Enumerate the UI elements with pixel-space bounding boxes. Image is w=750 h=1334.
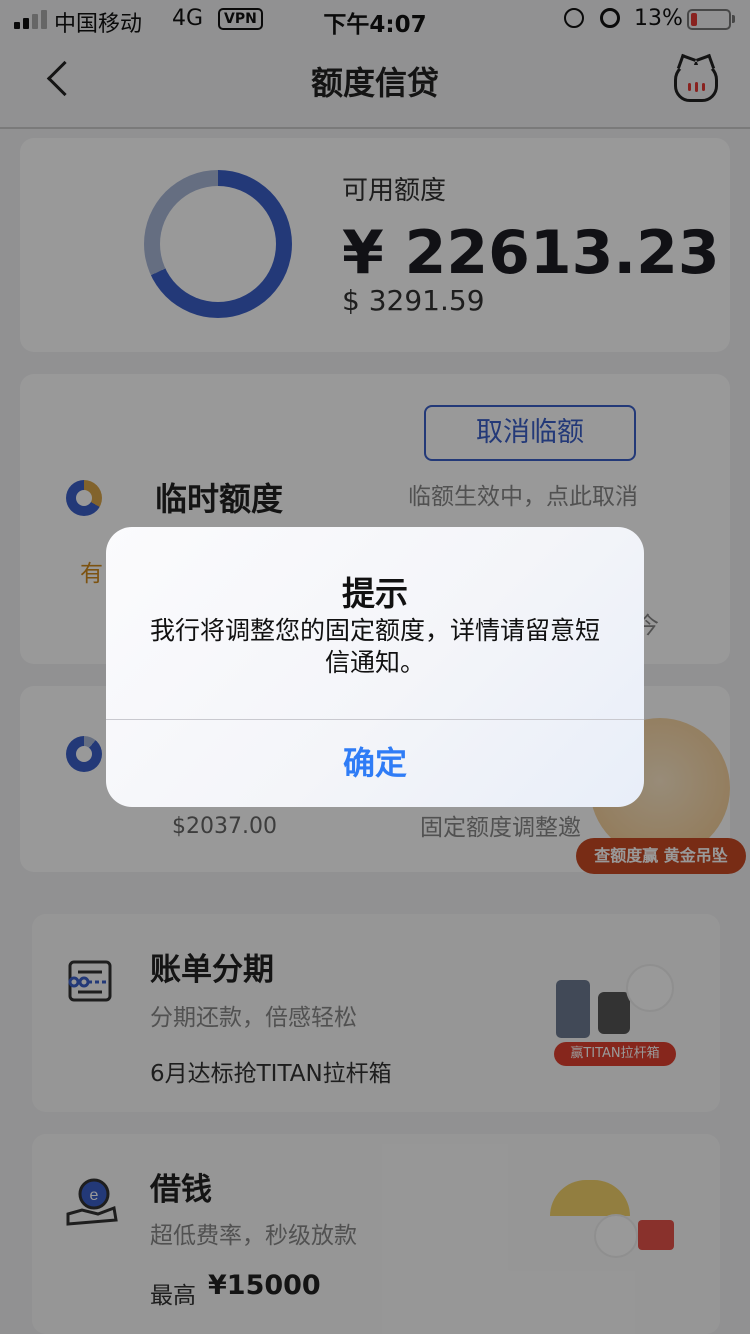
dialog-ok-button[interactable]: 确定: [106, 720, 644, 807]
alert-dialog: 提示 我行将调整您的固定额度，详情请留意短信通知。 确定: [106, 527, 644, 807]
dialog-message: 我行将调整您的固定额度，详情请留意短信通知。: [149, 616, 600, 677]
dialog-title: 提示: [342, 574, 408, 613]
